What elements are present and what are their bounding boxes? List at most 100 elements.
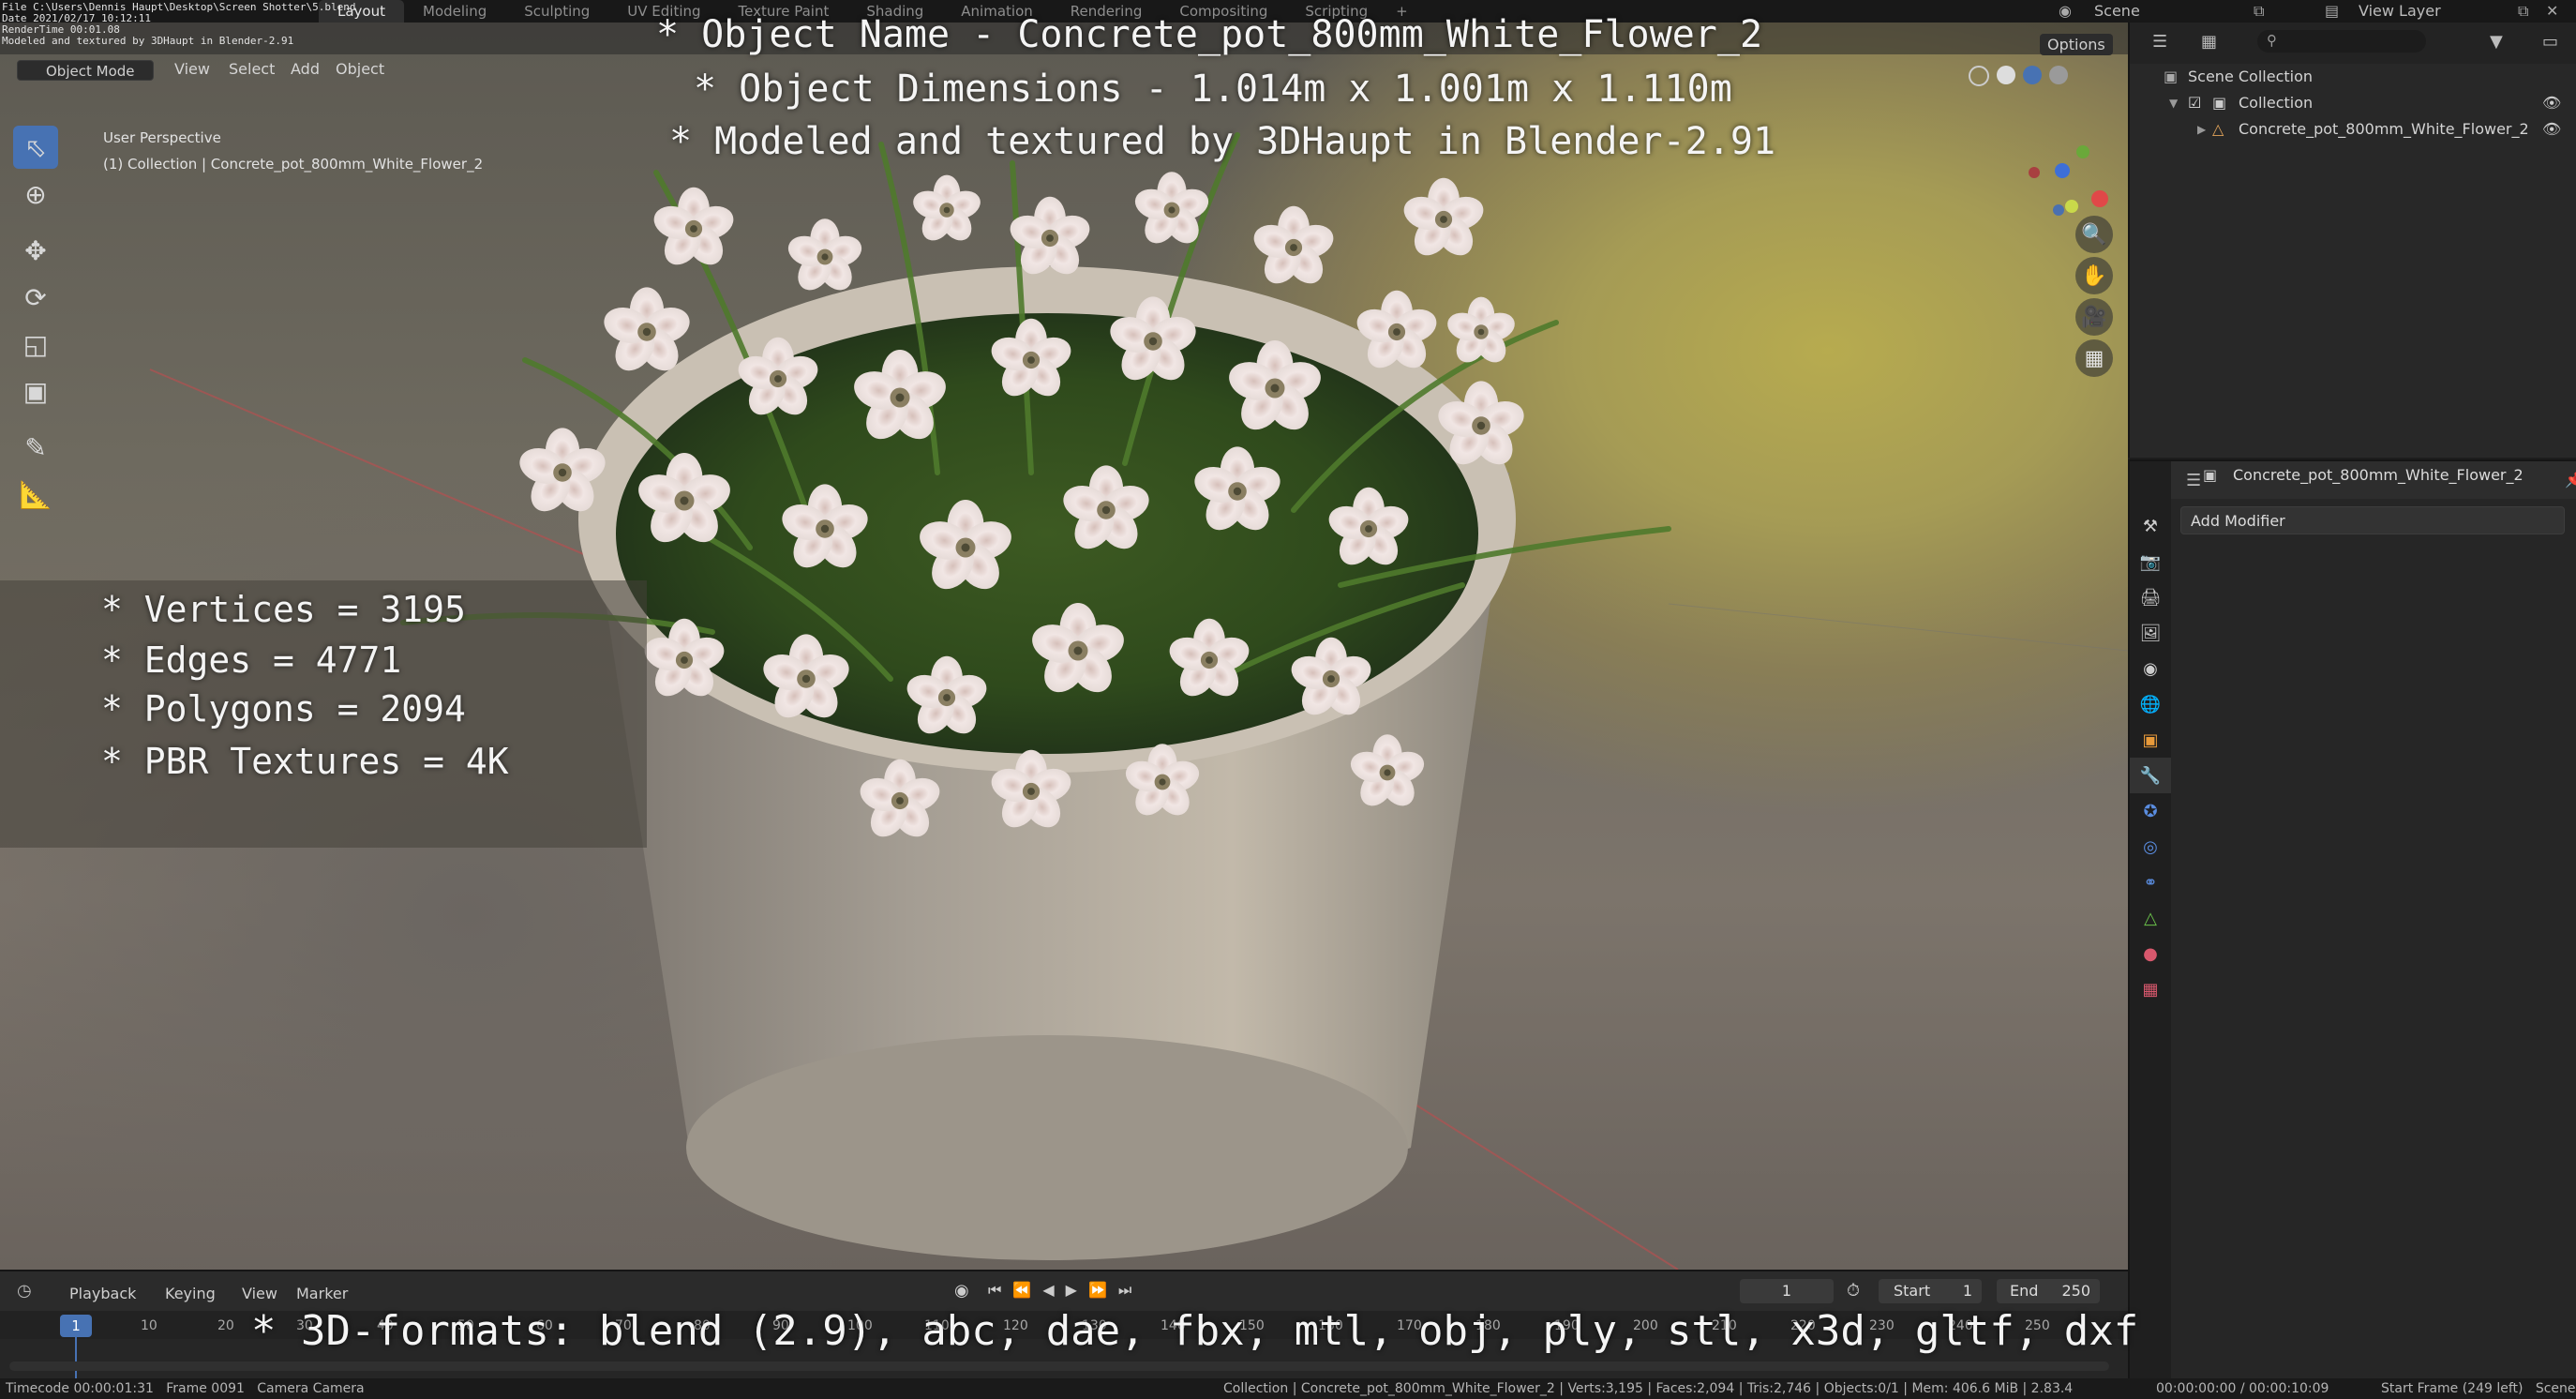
collection-icon: ▣ [2212,94,2227,112]
expand-arrow-icon[interactable]: ▶ [2197,116,2206,143]
record-icon[interactable]: ◉ [954,1281,969,1301]
move-tool-icon[interactable]: ✥ [13,229,58,272]
properties-tabs: ⚒ 📷 🖨 🖼 ◉ 🌐 ▣ 🔧 ✪ ◎ ⚭ △ ● ▦ [2130,461,2171,1380]
modifier-tab-icon[interactable]: 🔧 [2130,758,2171,793]
outliner-panel: ☰ ▦ ⚲ ▼ ▭ ▣ Scene Collection ▼ ☑ ▣ Colle… [2128,23,2576,458]
editor-type-icon[interactable]: ☰ [2152,32,2167,52]
playhead-line[interactable] [75,1337,77,1380]
copy-view-layer-icon[interactable]: ⧉ [2518,2,2528,21]
tab-sculpting[interactable]: Sculpting [505,0,608,23]
timeline-scrollbar[interactable] [9,1361,2109,1371]
pan-hand-icon[interactable]: ✋ [2075,257,2113,294]
object-menu[interactable]: Object [336,60,384,78]
constraints-tab-icon[interactable]: ⚭ [2130,865,2171,900]
material-shading-icon[interactable] [2023,66,2042,84]
editor-type-icon[interactable]: ☰ [2186,471,2201,490]
x-axis-dot[interactable] [2091,190,2108,207]
formats-overlay: * 3D-formats: blend (2.9), abc, dae, fbx… [251,1307,2139,1355]
scale-tool-icon[interactable]: ◱ [13,323,58,366]
data-tab-icon[interactable]: △ [2130,900,2171,936]
output-tab-icon[interactable]: 🖨 [2130,579,2171,615]
rotate-tool-icon[interactable]: ⟳ [13,276,58,319]
z-axis-dot[interactable] [2055,163,2070,178]
current-frame-field[interactable]: 1 [1740,1279,1834,1303]
expand-arrow-icon[interactable]: ▼ [2169,90,2178,116]
object-row[interactable]: ▶ △ Concrete_pot_800mm_White_Flower_2 👁 [2130,116,2576,143]
texture-tab-icon[interactable]: ▦ [2130,971,2171,1007]
cursor-tool-icon[interactable]: ⊕ [13,173,58,216]
neg-y-axis-dot[interactable] [2065,200,2078,213]
editor-type-icon[interactable]: ◷ [17,1281,32,1301]
status-far-right: Start Frame (249 left) Scene [2381,1381,2576,1396]
scene-collection-row[interactable]: ▣ Scene Collection [2130,64,2576,90]
view-layer-tab-icon[interactable]: 🖼 [2130,615,2171,651]
copy-scene-icon[interactable]: ⧉ [2254,2,2264,21]
solid-shading-icon[interactable] [1997,66,2015,84]
object-tab-icon[interactable]: ▣ [2130,722,2171,758]
end-frame-field[interactable]: End 250 [1997,1279,2100,1303]
scene-tab-icon[interactable]: ◉ [2130,651,2171,686]
neg-z-axis-dot[interactable] [2053,204,2064,216]
ortho-grid-icon[interactable]: ▦ [2075,339,2113,377]
start-frame-field[interactable]: Start 1 [1879,1279,1982,1303]
collection-label: Collection [2239,94,2314,112]
keying-menu[interactable]: Keying [165,1285,216,1302]
view-menu[interactable]: View [242,1285,277,1302]
new-collection-icon[interactable]: ▭ [2542,32,2558,52]
jump-start-icon[interactable]: ⏮ [988,1281,1001,1300]
view-menu[interactable]: View [174,60,210,78]
add-menu[interactable]: Add [291,60,320,78]
playback-menu[interactable]: Playback [69,1285,136,1302]
object-mode-select[interactable]: Object Mode [17,60,154,81]
select-box-tool-icon[interactable]: ⬁ [13,126,58,169]
scene-collection-label: Scene Collection [2188,68,2314,85]
play-reverse-icon[interactable]: ◀ [1042,1281,1054,1300]
play-icon[interactable]: ▶ [1066,1281,1077,1300]
scene-selector[interactable]: Scene [2094,2,2140,20]
jump-end-icon[interactable]: ⏭ [1118,1281,1131,1300]
y-axis-dot[interactable] [2076,145,2089,158]
zoom-icon[interactable]: 🔍 [2075,216,2113,253]
marker-menu[interactable]: Marker [296,1285,348,1302]
scene-icon[interactable]: ◉ [2059,2,2072,20]
status-bar: Timecode 00:00:01:31 Frame 0091 Camera C… [0,1378,2576,1399]
ruler-tick: 20 [217,1318,234,1333]
add-modifier-dropdown[interactable]: Add Modifier [2180,506,2565,534]
view-layer-icon[interactable]: ▤ [2325,2,2339,20]
neg-x-axis-dot[interactable] [2029,167,2040,178]
select-menu[interactable]: Select [229,60,275,78]
visibility-eye-icon[interactable]: 👁 [2542,116,2561,143]
render-tab-icon[interactable]: 📷 [2130,544,2171,579]
pin-icon[interactable]: 📌 [2565,471,2576,489]
timer-icon[interactable]: ⏱ [1847,1281,1860,1301]
tab-modeling[interactable]: Modeling [404,0,505,23]
view-layer-selector[interactable]: View Layer [2359,2,2441,20]
collection-icon: ▣ [2164,68,2179,85]
remove-view-layer-icon[interactable]: ✕ [2546,2,2558,20]
next-keyframe-icon[interactable]: ⏩ [1088,1281,1107,1300]
annotate-tool-icon[interactable]: ✎ [13,426,58,469]
filter-icon[interactable]: ▼ [2490,32,2503,52]
wireframe-shading-icon[interactable] [1969,66,1989,86]
transform-tool-icon[interactable]: ▣ [13,369,58,413]
collection-row[interactable]: ▼ ☑ ▣ Collection 👁 [2130,90,2576,116]
world-tab-icon[interactable]: 🌐 [2130,686,2171,722]
polygons-stat: * Polygons = 2094 [101,688,466,730]
tool-tab-icon[interactable]: ⚒ [2130,508,2171,544]
material-tab-icon[interactable]: ● [2130,936,2171,971]
start-label: Start [1894,1282,1931,1300]
checkbox-icon[interactable]: ☑ [2188,90,2201,116]
prev-keyframe-icon[interactable]: ⏪ [1012,1281,1031,1300]
rendered-shading-icon[interactable] [2049,66,2068,84]
particles-tab-icon[interactable]: ✪ [2130,793,2171,829]
viewport-collection-label: (1) Collection | Concrete_pot_800mm_Whit… [103,156,484,173]
visibility-eye-icon[interactable]: 👁 [2542,90,2561,116]
measure-tool-icon[interactable]: 📐 [13,473,58,516]
axis-gizmo[interactable] [2006,116,2119,229]
display-mode-icon[interactable]: ▦ [2201,32,2217,52]
outliner-search-input[interactable]: ⚲ [2257,30,2426,53]
camera-view-icon[interactable]: 🎥 [2075,298,2113,336]
playhead-frame-indicator[interactable]: 1 [60,1315,92,1337]
physics-tab-icon[interactable]: ◎ [2130,829,2171,865]
options-button[interactable]: Options [2040,34,2113,55]
